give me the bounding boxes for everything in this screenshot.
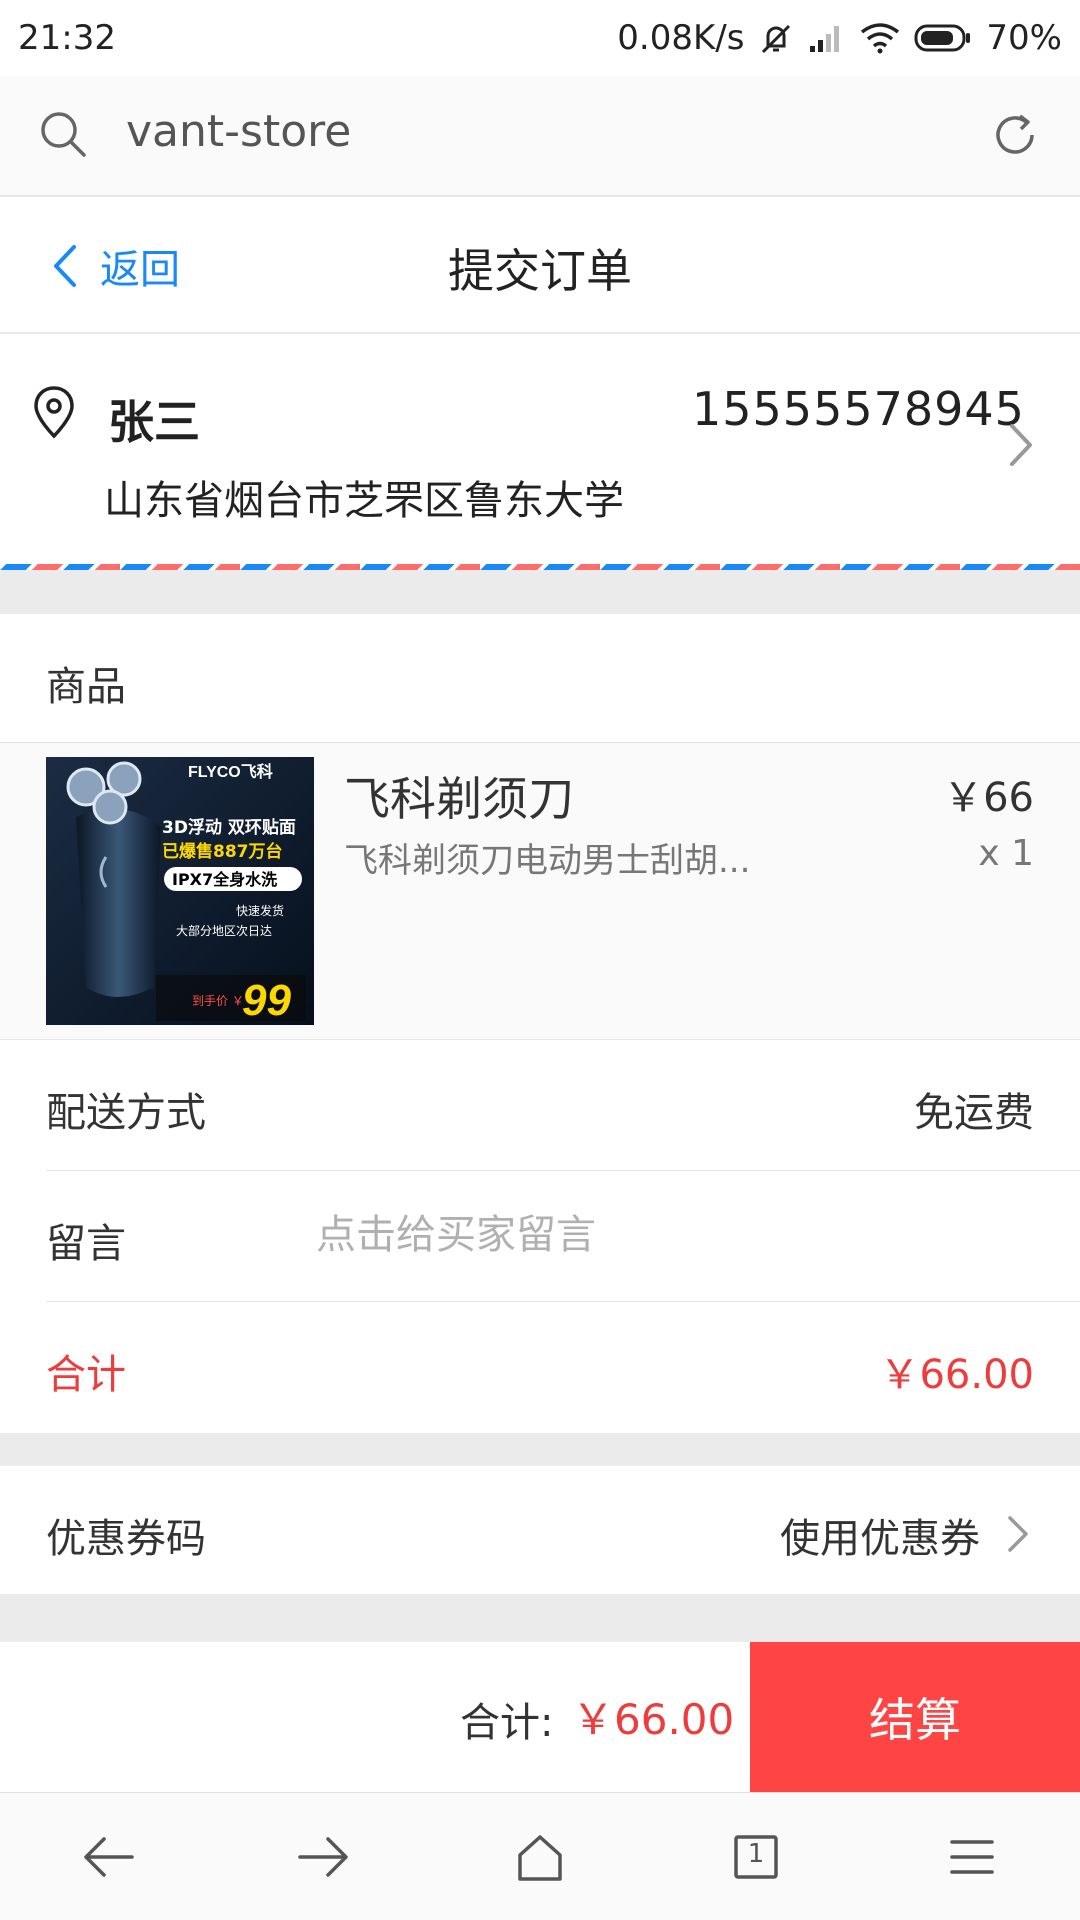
address-detail: 山东省烟台市芝罘区鲁东大学 bbox=[104, 478, 624, 524]
thumb-line1: 3D浮动 双环贴面 bbox=[162, 817, 296, 838]
recipient-name: 张三 bbox=[108, 395, 200, 449]
browser-menu-button[interactable] bbox=[912, 1807, 1032, 1907]
status-time: 21:32 bbox=[18, 18, 116, 58]
wifi-icon bbox=[860, 22, 900, 54]
submit-total-price: ￥66.00 bbox=[572, 1695, 735, 1744]
order-info-cells: 配送方式 免运费 留言 合计 ￥66.00 bbox=[0, 1040, 1080, 1433]
address-card[interactable]: 张三 15555578945 山东省烟台市芝罘区鲁东大学 bbox=[0, 334, 1080, 570]
chevron-right-icon bbox=[1010, 424, 1032, 466]
home-icon bbox=[518, 1834, 562, 1881]
tab-count: 1 bbox=[747, 1838, 765, 1869]
coupon-value: 使用优惠券 bbox=[780, 1516, 980, 1562]
goods-section-header: 商品 bbox=[0, 614, 1080, 742]
total-label: 合计 bbox=[46, 1352, 126, 1398]
menu-icon bbox=[950, 1839, 994, 1874]
browser-url[interactable]: vant-store bbox=[126, 106, 351, 157]
browser-bottom-nav: 1 bbox=[0, 1792, 1080, 1920]
browser-forward-button[interactable] bbox=[264, 1807, 384, 1907]
mute-icon bbox=[758, 20, 794, 56]
product-quantity: x 1 bbox=[978, 833, 1034, 874]
search-icon[interactable] bbox=[38, 109, 88, 159]
delivery-cell: 配送方式 免运费 bbox=[46, 1040, 1080, 1171]
address-divider-stripe bbox=[0, 564, 1080, 570]
message-cell[interactable]: 留言 bbox=[46, 1171, 1080, 1302]
nav-bar: 返回 提交订单 bbox=[0, 197, 1080, 333]
status-indicators: 0.08K/s 70% bbox=[617, 18, 1062, 58]
battery-icon bbox=[914, 23, 972, 53]
browser-tabs-button[interactable]: 1 bbox=[696, 1807, 816, 1907]
submit-total-label: 合计: bbox=[460, 1700, 554, 1746]
browser-address-bar[interactable]: vant-store bbox=[0, 76, 1080, 196]
location-icon bbox=[34, 386, 74, 439]
product-price: ￥66 bbox=[943, 775, 1034, 821]
total-cell: 合计 ￥66.00 bbox=[46, 1302, 1080, 1433]
goods-header-label: 商品 bbox=[46, 664, 126, 710]
refresh-icon[interactable] bbox=[990, 110, 1040, 160]
goods-item[interactable]: FLYCO飞科 3D浮动 双环贴面 已爆售887万台 IPX7全身水洗 快速发货… bbox=[0, 742, 1080, 1040]
coupon-label: 优惠券码 bbox=[46, 1516, 206, 1562]
delivery-label: 配送方式 bbox=[46, 1090, 206, 1136]
battery-level: 70% bbox=[986, 18, 1062, 58]
net-speed: 0.08K/s bbox=[617, 18, 745, 58]
thumb-line3: IPX7全身水洗 bbox=[172, 870, 277, 889]
product-desc: 飞科剃须刀电动男士刮胡... bbox=[344, 841, 751, 881]
product-title: 飞科剃须刀 bbox=[344, 772, 574, 826]
thumb-price-label: 到手价 ￥ bbox=[192, 994, 244, 1008]
page-title: 提交订单 bbox=[448, 244, 632, 298]
product-thumbnail[interactable]: FLYCO飞科 3D浮动 双环贴面 已爆售887万台 IPX7全身水洗 快速发货… bbox=[46, 757, 314, 1025]
coupon-cell[interactable]: 优惠券码 使用优惠券 bbox=[0, 1466, 1080, 1594]
status-bar: 21:32 0.08K/s 70% bbox=[0, 0, 1080, 76]
recipient-phone: 15555578945 bbox=[692, 382, 1025, 436]
browser-home-button[interactable] bbox=[480, 1807, 600, 1907]
message-input[interactable] bbox=[316, 1203, 1016, 1267]
forward-arrow-icon bbox=[298, 1836, 348, 1877]
checkout-button[interactable]: 结算 bbox=[750, 1642, 1080, 1792]
delivery-value: 免运费 bbox=[914, 1090, 1034, 1136]
thumb-price: 99 bbox=[242, 976, 291, 1025]
thumb-line2: 已爆售887万台 bbox=[162, 841, 283, 862]
back-arrow-icon bbox=[84, 1836, 134, 1877]
submit-bar: 合计: ￥66.00 结算 bbox=[0, 1642, 1080, 1792]
total-value: ￥66.00 bbox=[879, 1352, 1034, 1398]
signal-icon bbox=[808, 22, 846, 54]
browser-back-button[interactable] bbox=[48, 1807, 168, 1907]
thumb-line4: 快速发货 bbox=[236, 903, 284, 918]
thumb-line5: 大部分地区次日达 bbox=[176, 923, 272, 938]
thumb-brand: FLYCO飞科 bbox=[188, 762, 273, 781]
message-label: 留言 bbox=[46, 1221, 126, 1267]
chevron-right-icon bbox=[1008, 1516, 1028, 1552]
